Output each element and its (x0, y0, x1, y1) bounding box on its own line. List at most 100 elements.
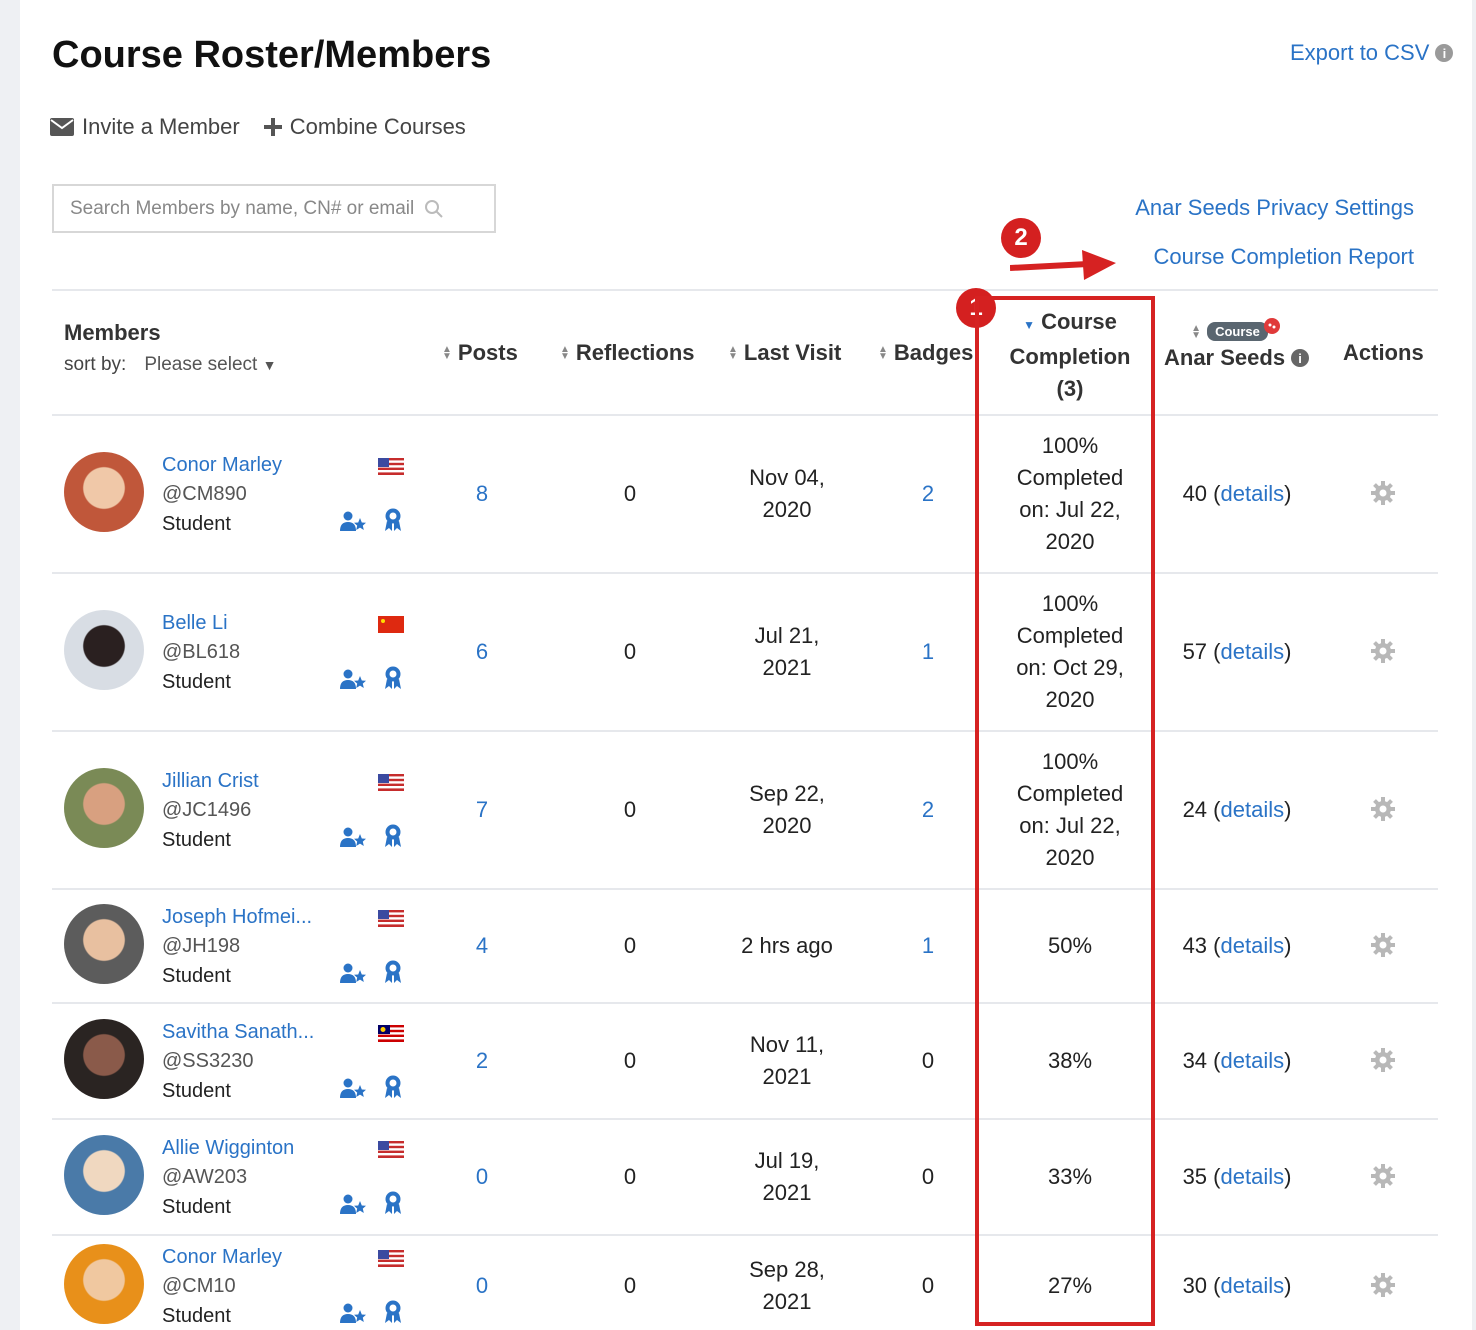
people-star-icon[interactable] (340, 1193, 366, 1215)
reflections-count: 0 (623, 933, 637, 958)
badges-count: 0 (921, 1164, 935, 1189)
gear-icon[interactable] (1370, 1047, 1396, 1073)
award-ribbon-icon[interactable] (384, 1075, 402, 1099)
sort-select[interactable]: Please select ▼ (144, 354, 276, 376)
people-star-icon[interactable] (340, 962, 366, 984)
anar-seeds-cell: 57 (details) (1182, 639, 1292, 664)
badges-count[interactable]: 2 (898, 478, 958, 510)
avatar[interactable] (64, 452, 144, 532)
badges-count[interactable]: 1 (898, 930, 958, 962)
annotation-highlight-box (975, 296, 1155, 1326)
seeds-details-link[interactable]: details (1221, 933, 1285, 958)
column-reflections[interactable]: ▲ ▼ Reflections (560, 340, 695, 366)
anar-seeds-cell: 35 (details) (1182, 1164, 1292, 1189)
avatar[interactable] (64, 1244, 144, 1324)
export-csv-link[interactable]: Export to CSV i (1290, 40, 1454, 66)
member-name-link[interactable]: Jillian Crist (162, 770, 259, 793)
award-ribbon-icon[interactable] (384, 824, 402, 848)
posts-count-link[interactable]: 4 (452, 930, 512, 962)
avatar[interactable] (64, 768, 144, 848)
award-ribbon-icon[interactable] (384, 666, 402, 690)
member-handle: @AW203 (162, 1166, 248, 1188)
seeds-details-link[interactable]: details (1221, 1048, 1285, 1073)
member-handle: @SS3230 (162, 1050, 254, 1072)
invite-member-button[interactable]: Invite a Member (50, 114, 240, 140)
gear-icon[interactable] (1370, 480, 1396, 506)
column-last-visit[interactable]: ▲ ▼ Last Visit (728, 340, 841, 366)
seeds-details-link[interactable]: details (1221, 1164, 1285, 1189)
seeds-details-link[interactable]: details (1221, 797, 1285, 822)
member-name-link[interactable]: Joseph Hofmei... (162, 906, 312, 929)
flag-icon (378, 774, 404, 791)
reflections-count: 0 (623, 797, 637, 822)
anar-seeds-label: Anar Seeds (1164, 345, 1286, 370)
sort-icon: ▲ ▼ (442, 344, 452, 362)
gear-icon[interactable] (1370, 932, 1396, 958)
posts-count-link[interactable]: 0 (452, 1270, 512, 1302)
member-handle: @CM890 (162, 483, 247, 505)
gear-icon[interactable] (1370, 796, 1396, 822)
people-star-icon[interactable] (340, 826, 366, 848)
info-icon[interactable]: i (1291, 349, 1310, 367)
posts-count-link[interactable]: 6 (452, 636, 512, 668)
column-actions: Actions (1343, 340, 1424, 365)
column-anar-seeds[interactable]: ▲ ▼ Course Anar Seeds i (1164, 317, 1310, 371)
last-visit-line-2: 2021 (762, 1289, 812, 1314)
seeds-details-link[interactable]: details (1221, 1273, 1285, 1298)
award-ribbon-icon[interactable] (384, 960, 402, 984)
anar-seeds-cell: 30 (details) (1182, 1273, 1292, 1298)
award-ribbon-icon[interactable] (384, 1300, 402, 1324)
avatar[interactable] (64, 610, 144, 690)
avatar[interactable] (64, 1019, 144, 1099)
last-visit: Nov 11, 2021 (712, 1029, 862, 1093)
people-star-icon[interactable] (340, 1302, 366, 1324)
gear-icon[interactable] (1370, 1272, 1396, 1298)
badges-count[interactable]: 2 (898, 794, 958, 826)
people-star-icon[interactable] (340, 1077, 366, 1099)
column-posts-label: Posts (457, 340, 518, 365)
member-name-link[interactable]: Allie Wigginton (162, 1137, 294, 1160)
privacy-settings-link[interactable]: Anar Seeds Privacy Settings (1135, 195, 1414, 221)
column-badges[interactable]: ▲ ▼ Badges (878, 340, 976, 366)
badges-count[interactable]: 1 (898, 636, 958, 668)
envelope-icon (50, 118, 74, 136)
last-visit-line-1: Jul 19, (754, 1148, 820, 1173)
gear-icon[interactable] (1370, 1163, 1396, 1189)
seeds-details-link[interactable]: details (1221, 639, 1285, 664)
combine-courses-button[interactable]: Combine Courses (263, 114, 466, 140)
badges-count: 0 (921, 1273, 935, 1298)
member-handle: @JC1496 (162, 799, 252, 821)
member-name-link[interactable]: Belle Li (162, 612, 228, 635)
last-visit-line-1: Sep 22, (749, 781, 825, 806)
award-ribbon-icon[interactable] (384, 1191, 402, 1215)
avatar[interactable] (64, 904, 144, 984)
member-role: Student (162, 965, 231, 987)
posts-count-link[interactable]: 7 (452, 794, 512, 826)
people-star-icon[interactable] (340, 510, 366, 532)
posts-count-link[interactable]: 8 (452, 478, 512, 510)
award-ribbon-icon[interactable] (384, 508, 402, 532)
last-visit-line-2: 2021 (762, 1064, 812, 1089)
course-completion-report-link[interactable]: Course Completion Report (1154, 244, 1414, 270)
sort-select-value: Please select (144, 354, 258, 375)
last-visit: Nov 04, 2020 (712, 462, 862, 526)
member-name-link[interactable]: Conor Marley (162, 454, 282, 477)
reflections-count: 0 (623, 639, 637, 664)
avatar[interactable] (64, 1135, 144, 1215)
info-icon[interactable]: i (1435, 44, 1454, 62)
member-handle: @BL618 (162, 641, 241, 663)
member-name-link[interactable]: Conor Marley (162, 1246, 282, 1269)
seeds-count: 57 (1182, 639, 1208, 664)
people-star-icon[interactable] (340, 668, 366, 690)
gear-icon[interactable] (1370, 638, 1396, 664)
column-posts[interactable]: ▲ ▼ Posts (442, 340, 518, 366)
seeds-details-link[interactable]: details (1221, 481, 1285, 506)
sort-by-control: sort by: Please select ▼ (64, 354, 276, 376)
table-row: Conor Marley @CM10 Student 0 0 Sep 28, 2021 0 27… (52, 1236, 1438, 1330)
posts-count-link[interactable]: 0 (452, 1161, 512, 1193)
search-members-input[interactable]: Search Members by name, CN# or email (52, 184, 496, 233)
member-handle: @JH198 (162, 935, 241, 957)
column-reflections-label: Reflections (575, 340, 695, 365)
member-name-link[interactable]: Savitha Sanath... (162, 1021, 314, 1044)
posts-count-link[interactable]: 2 (452, 1045, 512, 1077)
